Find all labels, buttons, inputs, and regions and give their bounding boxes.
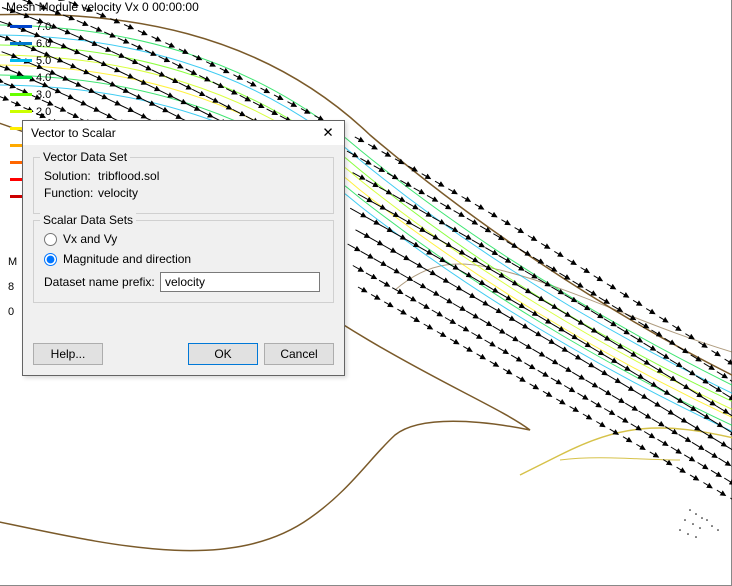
close-icon: ✕ <box>322 125 333 141</box>
prefix-input[interactable] <box>160 272 320 292</box>
radio-vx-vy[interactable] <box>44 233 57 246</box>
legend-swatch <box>10 93 32 96</box>
radio-magnitude-direction[interactable] <box>44 253 57 266</box>
legend-value: 5.0 <box>36 55 51 67</box>
legend-swatch <box>10 110 32 113</box>
legend-value: 6.0 <box>36 38 51 50</box>
cancel-button[interactable]: Cancel <box>264 343 334 365</box>
group-scalar-data-sets: Scalar Data Sets Vx and Vy Magnitude and… <box>33 220 334 303</box>
group-vector-data-set: Vector Data Set Solution: tribflood.sol … <box>33 157 334 214</box>
function-label: Function: <box>44 186 98 200</box>
legend-row: 6.0 <box>10 35 55 52</box>
legend-swatch <box>10 59 32 62</box>
legend-swatch <box>10 76 32 79</box>
ok-button[interactable]: OK <box>188 343 258 365</box>
canvas-title: Mesh Module velocity Vx 0 00:00:00 <box>6 0 199 14</box>
close-button[interactable]: ✕ <box>314 123 342 143</box>
axis-tick-1: 8 <box>8 281 14 293</box>
legend-swatch <box>10 42 32 45</box>
dialog-title: Vector to Scalar <box>31 126 116 140</box>
prefix-label: Dataset name prefix: <box>44 275 160 289</box>
legend-row: 5.0 <box>10 52 55 69</box>
legend-row: 4.0 <box>10 69 55 86</box>
legend-swatch <box>10 25 32 28</box>
dialog-titlebar[interactable]: Vector to Scalar ✕ <box>23 121 344 145</box>
legend-value: 3.0 <box>36 89 51 101</box>
solution-label: Solution: <box>44 169 98 183</box>
radio-vx-vy-label: Vx and Vy <box>63 232 117 246</box>
axis-tick-2: 0 <box>8 306 14 318</box>
legend-value: 2.0 <box>36 106 51 118</box>
radio-magnitude-direction-label: Magnitude and direction <box>63 252 191 266</box>
legend-value: 7.0 <box>36 21 51 33</box>
function-value: velocity <box>98 186 138 200</box>
group-vector-legend: Vector Data Set <box>40 150 130 164</box>
legend-row: 2.0 <box>10 103 55 120</box>
legend-row: 7.0 <box>10 18 55 35</box>
legend-value: 4.0 <box>36 72 51 84</box>
vector-to-scalar-dialog: Vector to Scalar ✕ Vector Data Set Solut… <box>22 120 345 376</box>
axis-label-m: M <box>8 256 17 268</box>
help-button[interactable]: Help... <box>33 343 103 365</box>
group-scalar-legend: Scalar Data Sets <box>40 213 136 227</box>
legend-row: 3.0 <box>10 86 55 103</box>
solution-value: tribflood.sol <box>98 169 159 183</box>
